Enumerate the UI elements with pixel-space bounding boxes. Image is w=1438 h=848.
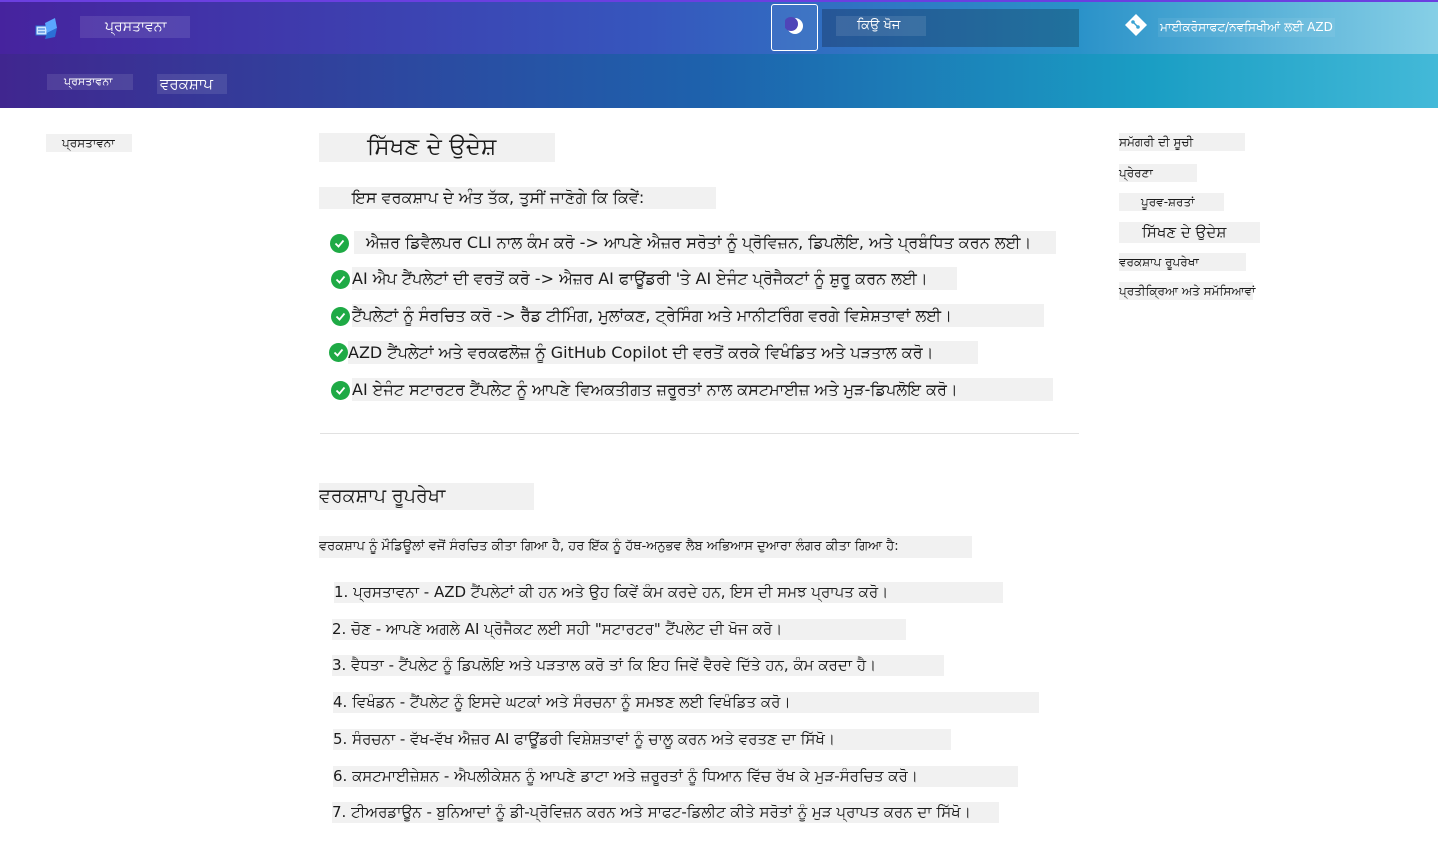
outline-step: 4. ਵਿਖੰਡਨ - ਟੈਂਪਲੇਟ ਨੂੰ ਇਸਦੇ ਘਟਕਾਂ ਅਤੇ ਸ… xyxy=(333,692,1039,713)
toc-item-learning-objectives[interactable]: ਸਿੱਖਣ ਦੇ ਉਦੇਸ਼ xyxy=(1119,222,1260,243)
check-circle-icon xyxy=(330,234,349,253)
git-diamond-icon xyxy=(1124,13,1148,41)
outline-step: 6. ਕਸਟਮਾਈਜ਼ੇਸ਼ਨ - ਐਪਲੀਕੇਸ਼ਨ ਨੂੰ ਆਪਣੇ ਡਾਟ… xyxy=(333,766,1018,787)
outline-description: ਵਰਕਸ਼ਾਪ ਨੂੰ ਮੌਡਿਊਲਾਂ ਵਜੋਂ ਸੰਰਚਿਤ ਕੀਤਾ ਗਿ… xyxy=(319,536,972,558)
azd-logo-icon[interactable] xyxy=(33,15,59,41)
objective-item: AI ਐਪ ਟੈਂਪਲੇਟਾਂ ਦੀ ਵਰਤੋਂ ਕਰੋ -> ਐਜ਼ਰ AI … xyxy=(352,267,957,290)
check-circle-icon xyxy=(331,270,350,289)
page-title: ਸਿੱਖਣ ਦੇ ਉਦੇਸ਼ xyxy=(319,133,555,162)
outline-step: 5. ਸੰਰਚਨਾ - ਵੱਖ-ਵੱਖ ਐਜ਼ਰ AI ਫਾਊਂਡਰੀ ਵਿਸ਼… xyxy=(333,729,951,750)
outline-step: 3. ਵੈਧਤਾ - ਟੈਂਪਲੇਟ ਨੂੰ ਡਿਪਲੋਇ ਅਤੇ ਪੜਤਾਲ … xyxy=(332,655,944,676)
check-circle-icon xyxy=(331,381,350,400)
outline-step: 1. ਪ੍ਰਸਤਾਵਨਾ - AZD ਟੈਂਪਲੇਟਾਂ ਕੀ ਹਨ ਅਤੇ ਉ… xyxy=(334,582,1003,603)
toc-item-motivation[interactable]: ਪ੍ਰੇਰਣਾ xyxy=(1119,164,1197,182)
objective-item: ਟੈਂਪਲੇਟਾਂ ਨੂੰ ਸੰਰਚਿਤ ਕਰੋ -> ਰੈੱਡ ਟੀਮਿੰਗ,… xyxy=(352,304,1044,327)
outline-step: 7. ਟੀਅਰਡਾਊਨ - ਬੁਨਿਆਦਾਂ ਨੂੰ ਡੀ-ਪ੍ਰੋਵਿਜ਼ਨ … xyxy=(332,802,999,823)
check-circle-icon xyxy=(329,343,348,362)
outline-heading: ਵਰਕਸ਼ਾਪ ਰੂਪਰੇਖਾ xyxy=(319,483,534,510)
tab-workshop[interactable]: ਵਰਕਸ਼ਾਪ xyxy=(157,74,227,94)
outline-step: 2. ਚੋਣ - ਆਪਣੇ ਅਗਲੇ AI ਪ੍ਰੋਜੈਕਟ ਲਈ ਸਹੀ "ਸ… xyxy=(332,619,906,640)
sidebar-item-intro[interactable]: ਪ੍ਰਸਤਾਵਨਾ xyxy=(46,134,132,152)
check-circle-icon xyxy=(331,307,350,326)
section-divider xyxy=(320,433,1079,434)
objective-item: ਐਜ਼ਰ ਡਿਵੈਲਪਰ CLI ਨਾਲ ਕੰਮ ਕਰੋ -> ਆਪਣੇ ਐਜ਼… xyxy=(354,231,1056,254)
repo-link[interactable]: ਮਾਈਕਰੋਸਾਫਟ/ਨਵਸਿਖੀਆਂ ਲਈ AZD xyxy=(1124,13,1335,41)
toc-title: ਸਮੱਗਰੀ ਦੀ ਸੂਚੀ xyxy=(1119,133,1245,151)
moon-icon xyxy=(783,16,805,40)
toc-item-feedback[interactable]: ਪ੍ਰਤੀਕ੍ਰਿਆ ਅਤੇ ਸਮੱਸਿਆਵਾਂ xyxy=(1119,282,1255,300)
repo-label: ਮਾਈਕਰੋਸਾਫਟ/ਨਵਸਿਖੀਆਂ ਲਈ AZD xyxy=(1158,17,1335,37)
toc-item-prerequisites[interactable]: ਪੂਰਵ-ਸ਼ਰਤਾਂ xyxy=(1119,193,1224,211)
objective-item: AI ਏਜੰਟ ਸਟਾਰਟਰ ਟੈਂਪਲੇਟ ਨੂੰ ਆਪਣੇ ਵਿਅਕਤੀਗਤ… xyxy=(352,378,1053,401)
toc-item-workshop-outline[interactable]: ਵਰਕਸ਼ਾਪ ਰੂਪਰੇਖਾ xyxy=(1119,253,1246,271)
theme-toggle-button[interactable] xyxy=(771,4,818,51)
search-label[interactable]: ਕਿਉ ਖੋਜ xyxy=(836,16,926,36)
objectives-intro: ਇਸ ਵਰਕਸ਼ਾਪ ਦੇ ਅੰਤ ਤੱਕ, ਤੁਸੀਂ ਜਾਣੋਗੇ ਕਿ ਕ… xyxy=(319,187,716,209)
objective-item: AZD ਟੈਂਪਲੇਟਾਂ ਅਤੇ ਵਰਕਫਲੋਜ਼ ਨੂੰ GitHub Co… xyxy=(348,341,978,364)
tab-intro[interactable]: ਪ੍ਰਸਤਾਵਨਾ xyxy=(47,74,133,90)
site-title[interactable]: ਪ੍ਰਸਤਾਵਨਾ xyxy=(80,16,190,38)
